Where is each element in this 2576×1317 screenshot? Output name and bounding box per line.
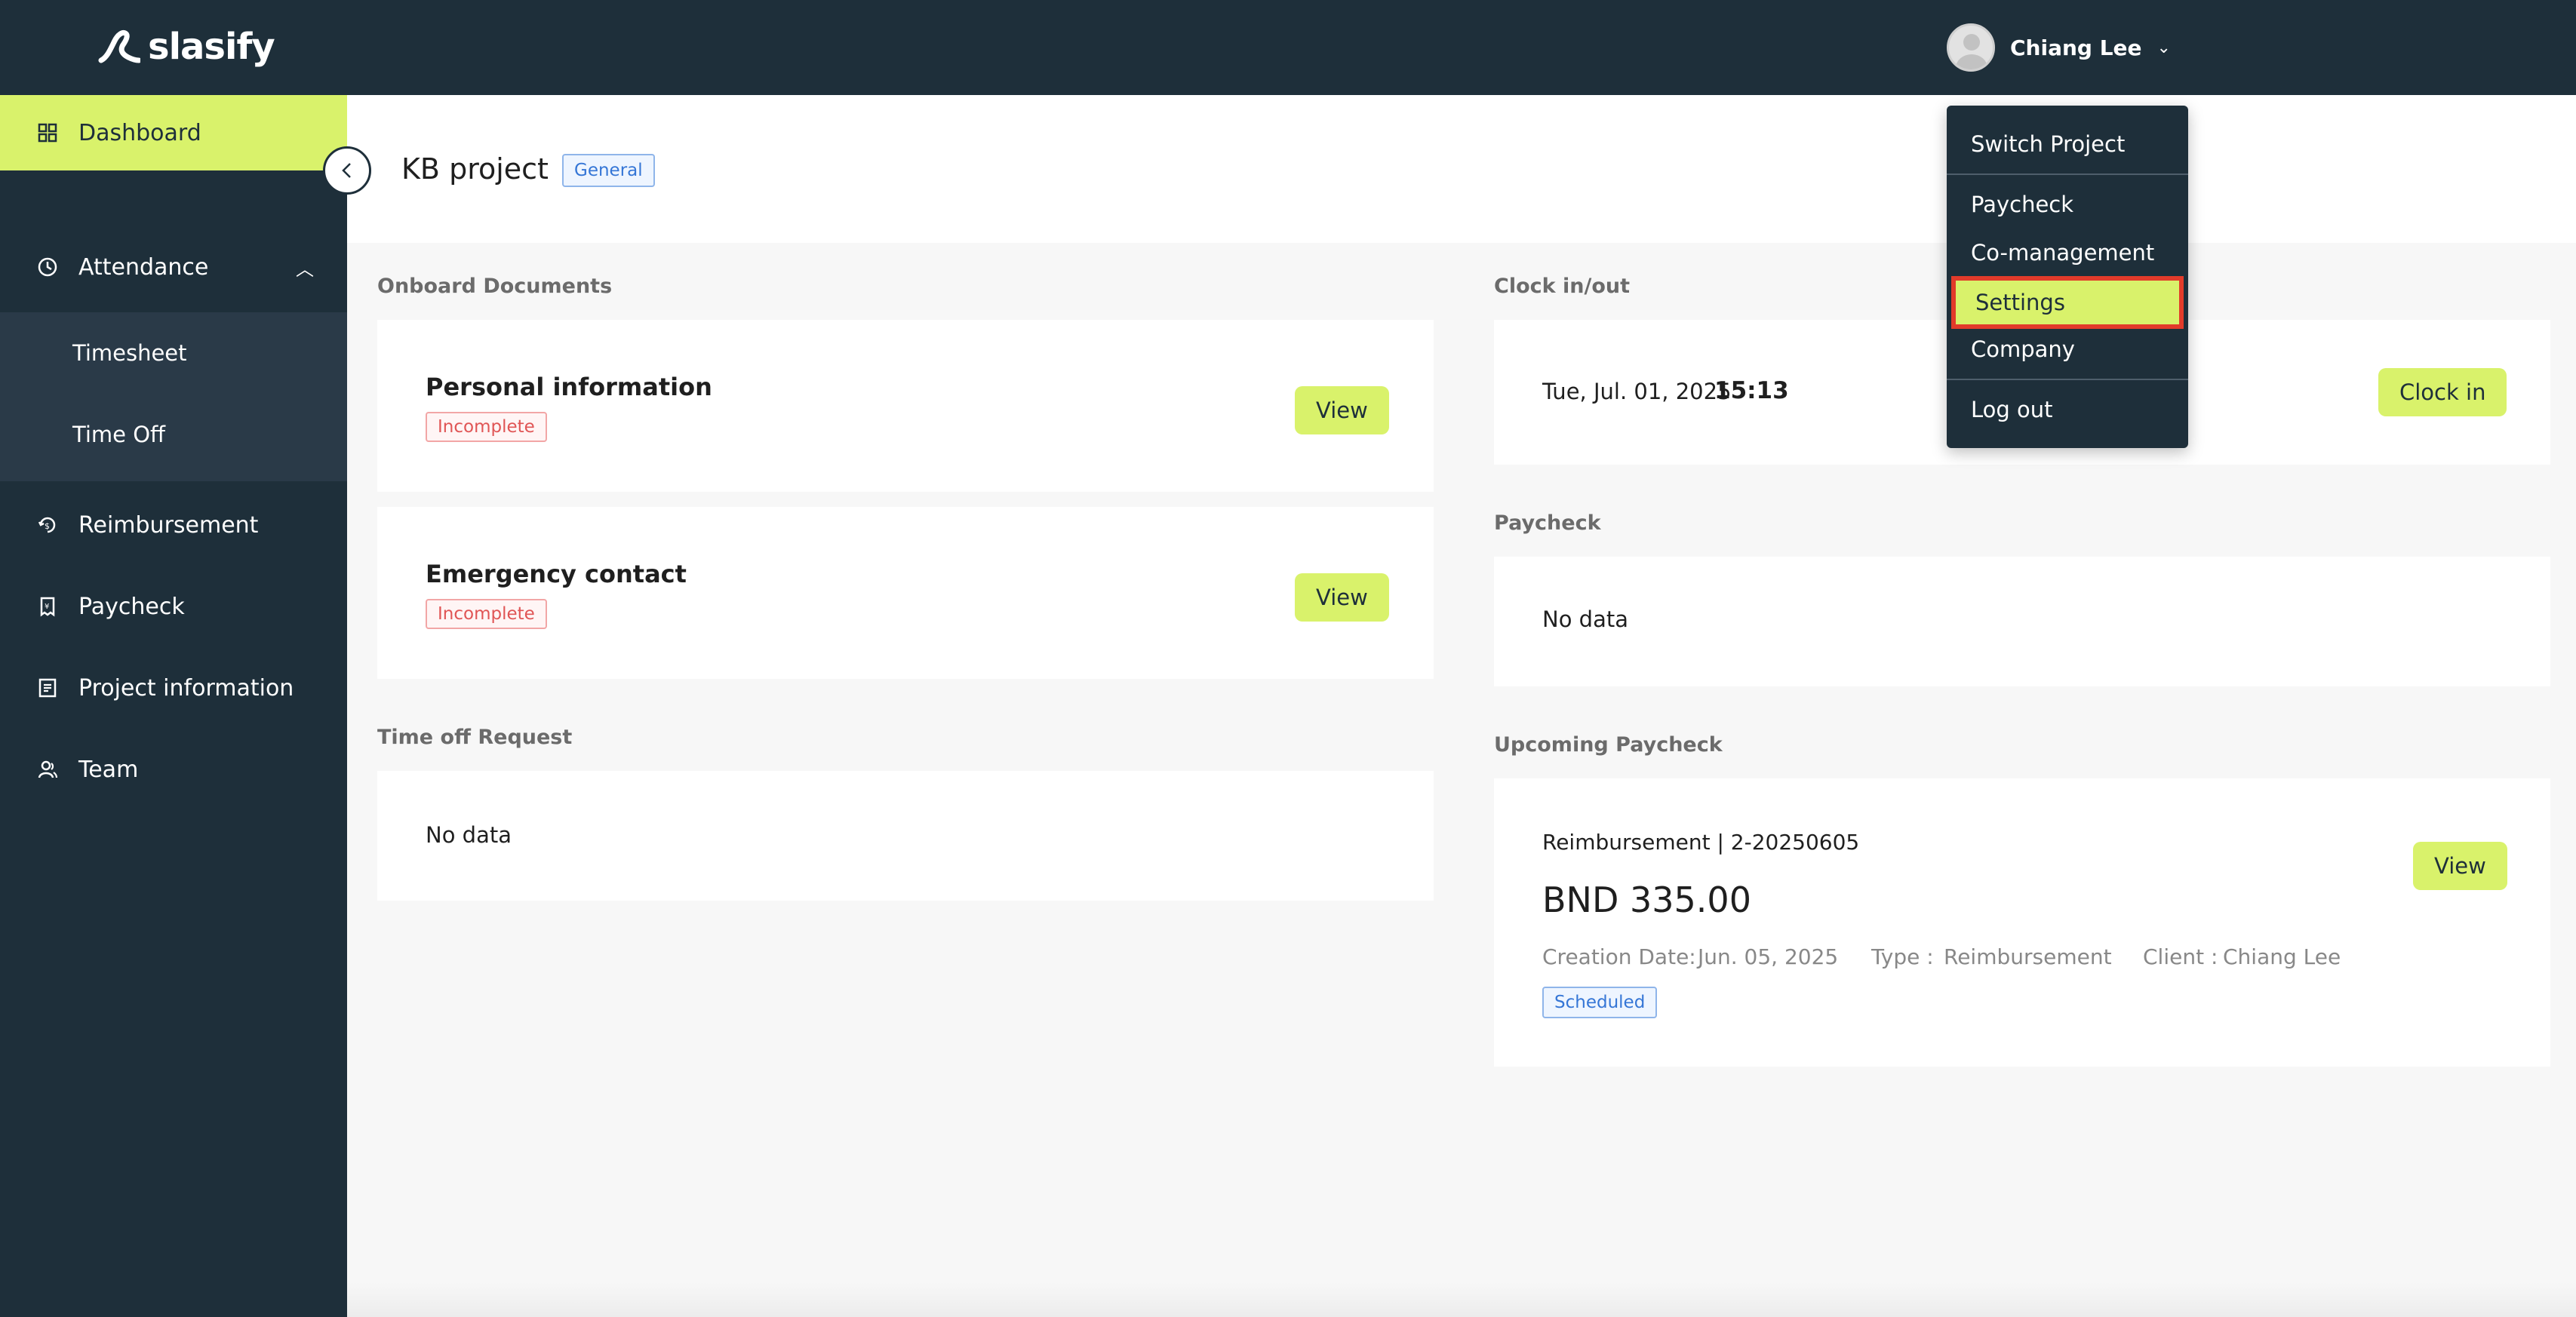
paycheck-card: No data xyxy=(1494,557,2550,686)
sidebar-item-label: Time Off xyxy=(72,422,165,447)
client-label: Client : xyxy=(2143,944,2218,969)
top-bar: slasify Chiang Lee ⌄ xyxy=(0,0,2576,95)
sidebar-item-time-off[interactable]: Time Off xyxy=(0,397,347,472)
creation-date-label: Creation Date: xyxy=(1542,944,1696,969)
sidebar-item-label: Dashboard xyxy=(78,119,201,146)
onboard-section-title: Onboard Documents xyxy=(377,275,613,298)
onboard-card-personal: Personal information Incomplete View xyxy=(377,320,1434,492)
document-icon xyxy=(36,677,59,699)
view-upcoming-paycheck-button[interactable]: View xyxy=(2413,842,2507,890)
collapse-sidebar-button[interactable] xyxy=(323,146,371,195)
menu-item-label: Co-management xyxy=(1971,240,2155,266)
view-emergency-contact-button[interactable]: View xyxy=(1295,573,1389,622)
sidebar-item-label: Attendance xyxy=(78,253,209,281)
sidebar-item-reimbursement[interactable]: $ Reimbursement xyxy=(0,487,347,563)
sidebar: Dashboard Attendance ︿ Timesheet Time Of… xyxy=(0,95,347,1317)
chevron-up-icon: ︿ xyxy=(296,258,314,280)
status-badge: Incomplete xyxy=(426,599,547,629)
menu-item-label: Switch Project xyxy=(1971,131,2126,157)
sidebar-item-team[interactable]: Team xyxy=(0,732,347,807)
clock-section-title: Clock in/out xyxy=(1494,275,1630,298)
type-label: Type : xyxy=(1871,944,1934,969)
sidebar-item-project-information[interactable]: Project information xyxy=(0,650,347,726)
menu-item-label: Paycheck xyxy=(1971,192,2074,217)
chevron-left-icon xyxy=(342,163,351,178)
creation-date-value: Jun. 05, 2025 xyxy=(1698,944,1839,969)
menu-item-paycheck[interactable]: Paycheck xyxy=(1947,181,2188,228)
bottom-shade xyxy=(347,1282,2576,1317)
card-title: Emergency contact xyxy=(426,560,687,588)
clock-icon xyxy=(36,256,59,278)
attendance-submenu: Timesheet Time Off xyxy=(0,312,347,481)
timeoff-card: No data xyxy=(377,771,1434,901)
page-header: KB project General xyxy=(347,95,2576,243)
paycheck-icon: ¥ xyxy=(36,595,59,618)
menu-item-label: Company xyxy=(1971,336,2075,362)
sidebar-item-label: Timesheet xyxy=(72,340,187,366)
menu-divider xyxy=(1947,173,2188,175)
type-value: Reimbursement xyxy=(1944,944,2112,969)
menu-item-company[interactable]: Company xyxy=(1947,326,2188,373)
page-title: KB project xyxy=(401,152,549,186)
sidebar-item-label: Team xyxy=(78,756,139,783)
view-personal-info-button[interactable]: View xyxy=(1295,386,1389,434)
sidebar-item-attendance[interactable]: Attendance ︿ xyxy=(0,229,347,305)
reimbursement-icon: $ xyxy=(36,514,59,536)
user-dropdown-menu: Switch Project Paycheck Co-management Se… xyxy=(1947,106,2188,448)
sidebar-item-label: Project information xyxy=(78,674,294,701)
chevron-down-icon: ⌄ xyxy=(2156,38,2171,57)
menu-item-log-out[interactable]: Log out xyxy=(1947,386,2188,433)
clock-in-button[interactable]: Clock in xyxy=(2378,368,2507,416)
brand-logo[interactable]: slasify xyxy=(97,24,275,69)
user-menu-trigger[interactable]: Chiang Lee ⌄ xyxy=(1947,23,2171,72)
menu-item-label: Settings xyxy=(1975,290,2065,315)
menu-item-co-management[interactable]: Co-management xyxy=(1947,229,2188,276)
upcoming-section-title: Upcoming Paycheck xyxy=(1494,733,1723,757)
menu-item-switch-project[interactable]: Switch Project xyxy=(1947,121,2188,167)
current-date: Tue, Jul. 01, 2025 xyxy=(1542,379,1732,404)
project-type-badge: General xyxy=(562,154,655,187)
sidebar-item-dashboard[interactable]: Dashboard xyxy=(0,95,347,170)
svg-text:¥: ¥ xyxy=(45,603,49,611)
dashboard-icon xyxy=(36,121,59,144)
paycheck-amount: BND 335.00 xyxy=(1542,880,1751,920)
svg-text:$: $ xyxy=(45,521,50,531)
onboard-card-emergency: Emergency contact Incomplete View xyxy=(377,507,1434,679)
sidebar-item-label: Reimbursement xyxy=(78,511,259,539)
empty-state-text: No data xyxy=(426,822,512,848)
card-title: Personal information xyxy=(426,373,712,401)
menu-divider xyxy=(1947,379,2188,380)
user-name: Chiang Lee xyxy=(2010,35,2142,60)
client-value: Chiang Lee xyxy=(2223,944,2341,969)
menu-item-label: Log out xyxy=(1971,397,2053,422)
current-time: 15:13 xyxy=(1714,377,1789,404)
upcoming-paycheck-card: Reimbursement | 2-20250605 BND 335.00 Cr… xyxy=(1494,778,2550,1067)
empty-state-text: No data xyxy=(1542,606,1628,632)
paycheck-section-title: Paycheck xyxy=(1494,511,1601,535)
sidebar-item-label: Paycheck xyxy=(78,593,185,620)
brand-name: slasify xyxy=(148,26,275,68)
sidebar-item-timesheet[interactable]: Timesheet xyxy=(0,315,347,391)
scheduled-badge: Scheduled xyxy=(1542,987,1658,1018)
timeoff-section-title: Time off Request xyxy=(377,726,573,749)
team-icon xyxy=(36,758,59,781)
sidebar-item-paycheck[interactable]: ¥ Paycheck xyxy=(0,569,347,644)
status-badge: Incomplete xyxy=(426,412,547,442)
avatar xyxy=(1947,23,1995,72)
menu-item-settings[interactable]: Settings xyxy=(1951,276,2184,329)
paycheck-reference: Reimbursement | 2-20250605 xyxy=(1542,830,1860,855)
slasify-logo-icon xyxy=(98,30,140,63)
